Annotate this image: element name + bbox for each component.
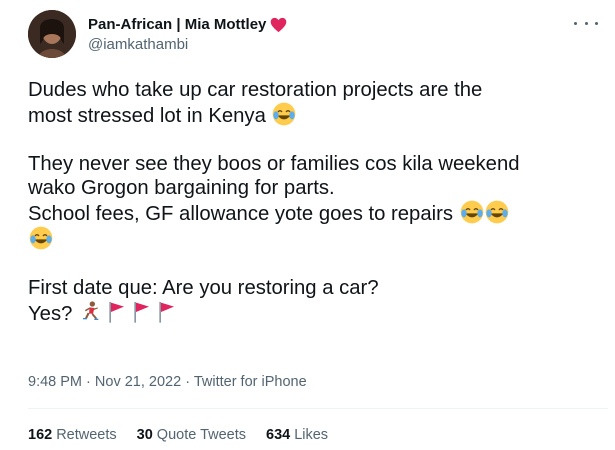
face-with-tears-of-joy-icon [29, 226, 53, 250]
red-flag-icon [159, 302, 174, 323]
divider [28, 408, 608, 409]
tweet-card: Pan-African | Mia Mottley @iamkathambi D… [0, 0, 615, 450]
more-dot [584, 21, 588, 25]
more-options-button[interactable] [574, 16, 598, 30]
retweets-label: Retweets [56, 427, 117, 443]
quote-tweets-count: 30 [136, 427, 153, 443]
author-display-name[interactable]: Pan-African | Mia Mottley [88, 15, 287, 35]
tweet-line: most stressed lot in Kenya [28, 105, 272, 127]
more-dot [595, 21, 598, 25]
woman-running-icon [83, 301, 99, 320]
author-handle[interactable]: @iamkathambi [88, 35, 287, 55]
face-with-tears-of-joy-icon [485, 200, 508, 224]
retweets-stat[interactable]: 162 Retweets [28, 426, 117, 444]
tweet-line: wako Grogon bargaining for parts. [28, 177, 335, 199]
tweet-line: Dudes who take up car restoration projec… [28, 79, 483, 101]
red-flag-icon [109, 302, 124, 323]
red-heart-icon [271, 17, 287, 33]
tweet-line: First date que: Are you restoring a car? [28, 277, 379, 299]
tweet-date[interactable]: Nov 21, 2022 [95, 374, 181, 390]
tweet-text: Dudes who take up car restoration projec… [28, 78, 598, 326]
tweet-line: School fees, GF allowance yote goes to r… [28, 203, 459, 225]
tweet-stats: 162 Retweets 30 Quote Tweets 634 Likes [28, 426, 348, 444]
meta-separator: · [86, 374, 91, 390]
quote-tweets-stat[interactable]: 30 Quote Tweets [137, 426, 246, 444]
tweet-line: They never see they boos or families cos… [28, 153, 520, 175]
more-horizontal-icon [574, 21, 577, 25]
face-with-tears-of-joy-icon [460, 200, 483, 224]
author-names: Pan-African | Mia Mottley @iamkathambi [88, 15, 287, 55]
tweet-meta: 9:48 PM · Nov 21, 2022 · Twitter for iPh… [28, 373, 307, 391]
retweets-count: 162 [28, 427, 53, 443]
meta-separator: · [185, 374, 191, 390]
tweet-time[interactable]: 9:48 PM [28, 374, 82, 390]
tweet-line: Yes? [28, 303, 78, 325]
display-name-text: Pan-African | Mia Mottley [88, 16, 267, 33]
likes-count: 634 [266, 427, 291, 443]
face-with-tears-of-joy-icon [273, 102, 296, 126]
red-flag-icon [134, 302, 149, 323]
likes-label: Likes [294, 427, 329, 443]
quote-tweets-label: Quote Tweets [156, 427, 246, 443]
tweet-header: Pan-African | Mia Mottley @iamkathambi [28, 10, 598, 62]
likes-stat[interactable]: 634 Likes [266, 426, 328, 444]
tweet-source[interactable]: Twitter for iPhone [194, 374, 307, 390]
avatar[interactable] [28, 10, 76, 58]
